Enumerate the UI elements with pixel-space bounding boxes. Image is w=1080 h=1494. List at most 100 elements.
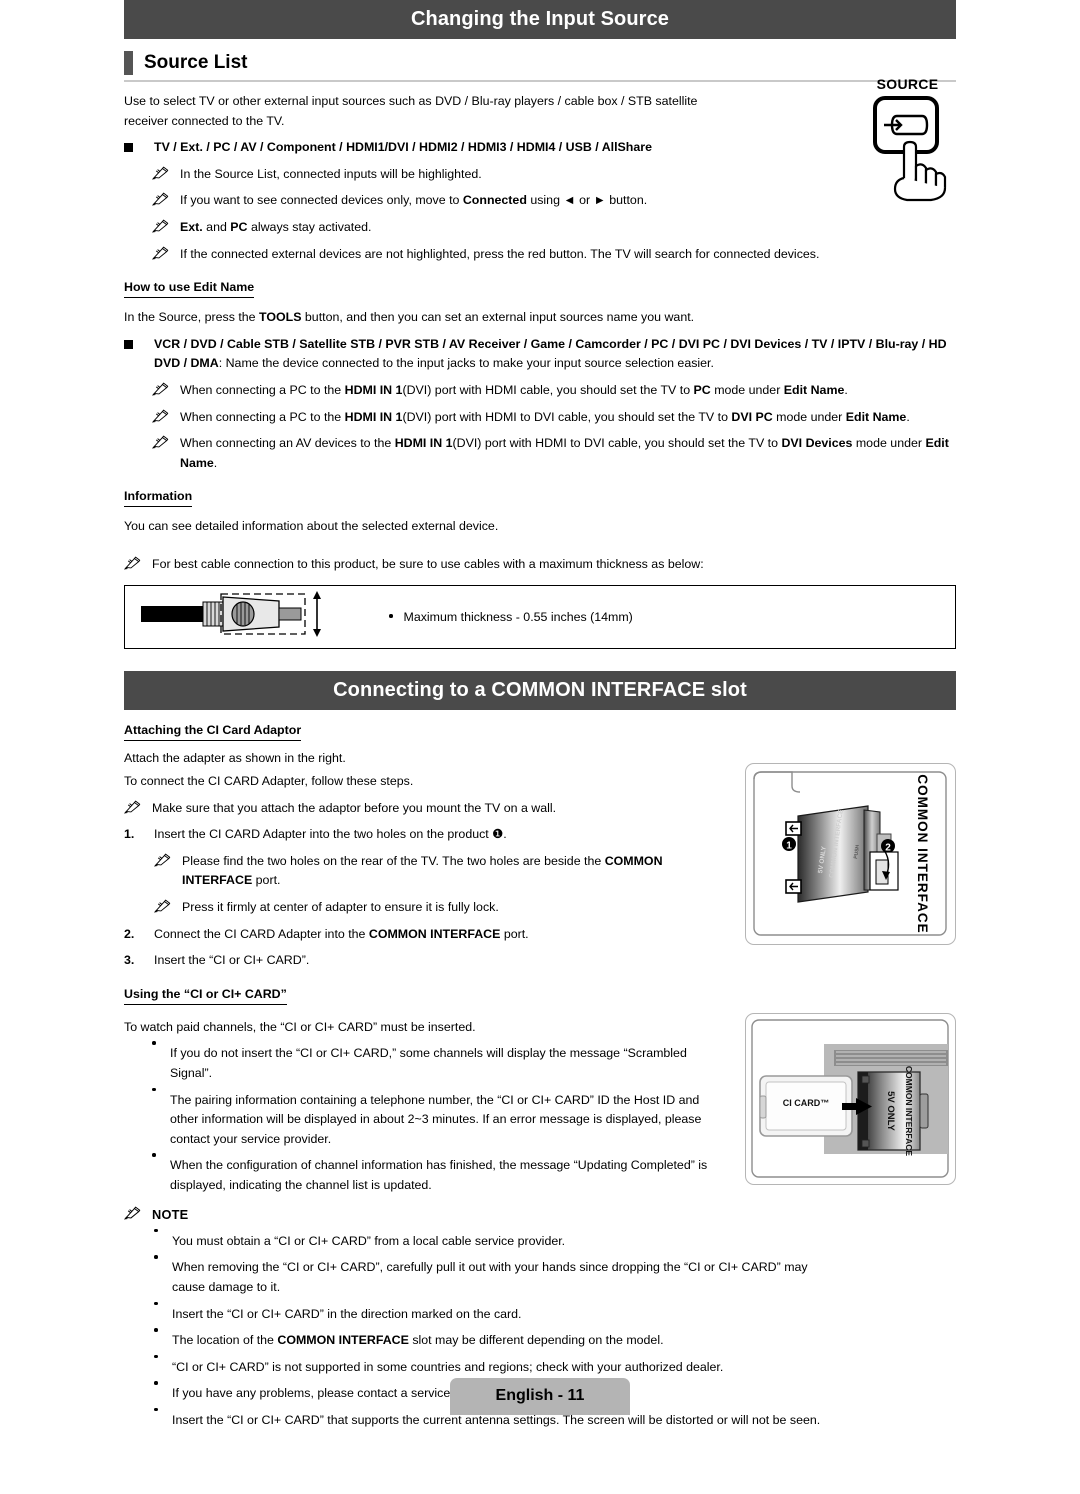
pencil-icon — [124, 1205, 152, 1225]
bullet-item: “CI or CI+ CARD” is not supported in som… — [154, 1354, 956, 1378]
numbered-step: 2. Connect the CI CARD Adapter into the … — [124, 925, 724, 945]
page-number-badge: English - 11 — [449, 1378, 631, 1415]
square-bullet-icon — [124, 335, 154, 374]
ci-card-insert-figure: COMMON INTERFACE 5V ONLY CI CARD™ — [745, 1013, 956, 1185]
source-button-figure: SOURCE — [859, 76, 956, 220]
dot-bullet-icon — [154, 1301, 172, 1325]
note-text: If the connected external devices are no… — [180, 246, 820, 261]
bullet-text: You must obtain a “CI or CI+ CARD” from … — [172, 1233, 566, 1248]
cable-note-text: For best cable connection to this produc… — [152, 556, 704, 571]
note-text: Press it firmly at center of adapter to … — [182, 900, 499, 915]
note-item: When connecting a PC to the HDMI IN 1(DV… — [152, 381, 956, 401]
section2-body: Attaching the CI Card Adaptor Attach the… — [124, 710, 724, 1196]
numbered-step: 3. Insert the “CI or CI+ CARD”. — [124, 951, 724, 971]
step-number: 3. — [124, 953, 135, 968]
bullet-item: The pairing information containing a tel… — [152, 1087, 724, 1150]
ci-card-adaptor-figure: COMMON INTERFACE COMMON INTERFACE 5V ONL — [745, 763, 956, 945]
note-item: Make sure that you attach the adaptor be… — [124, 799, 724, 819]
edit-name-block: How to use Edit Name In the Source, pres… — [124, 264, 956, 473]
pencil-icon — [152, 434, 180, 473]
dot-bullet-icon — [154, 1328, 172, 1351]
note-text: Make sure that you attach the adaptor be… — [152, 800, 557, 815]
subhead-tab-marker — [124, 51, 133, 75]
dot-bullet-icon — [152, 1041, 170, 1083]
subhead-source-list: Source List — [124, 51, 956, 82]
dot-bullet-icon — [154, 1255, 172, 1297]
bullet-item: If you do not insert the “CI or CI+ CARD… — [152, 1041, 724, 1083]
bullet-item: When the configuration of channel inform… — [152, 1153, 724, 1195]
svg-text:COMMON INTERFACE: COMMON INTERFACE — [915, 774, 930, 933]
numbered-step: 1. Insert the CI CARD Adapter into the t… — [124, 825, 724, 845]
attaching-line-1: Attach the adapter as shown in the right… — [124, 750, 346, 765]
pencil-icon — [152, 381, 180, 401]
source-list-intro: Use to select TV or other external input… — [124, 94, 698, 128]
step-text: Insert the CI CARD Adapter into the two … — [154, 827, 507, 842]
note-item: When connecting an AV devices to the HDM… — [152, 434, 956, 473]
bullet-text: The location of the COMMON INTERFACE slo… — [172, 1333, 664, 1348]
bullet-text: The pairing information containing a tel… — [170, 1092, 702, 1146]
note-text: When connecting a PC to the HDMI IN 1(DV… — [180, 382, 848, 397]
page-footer: English - 11 — [124, 1378, 956, 1415]
note-text: Please find the two holes on the rear of… — [182, 853, 663, 888]
bullet-item: The location of the COMMON INTERFACE slo… — [154, 1328, 956, 1351]
source-inputs-label: TV / Ext. / PC / AV / Component / HDMI1/… — [154, 140, 652, 155]
note-heading-row: NOTE — [124, 1205, 956, 1225]
step-text: Connect the CI CARD Adapter into the COM… — [154, 926, 529, 941]
note-text: In the Source List, connected inputs wil… — [180, 166, 482, 181]
note-item: If you want to see connected devices onl… — [152, 191, 724, 211]
subhead-label: Source List — [144, 51, 248, 73]
note-text: When connecting a PC to the HDMI IN 1(DV… — [180, 409, 910, 424]
dot-bullet-icon — [152, 1153, 170, 1195]
dot-bullet-icon — [152, 1087, 170, 1150]
note-item: In the Source List, connected inputs wil… — [152, 165, 724, 185]
note-text: If you want to see connected devices onl… — [180, 193, 648, 208]
bullet-item: Insert the “CI or CI+ CARD” in the direc… — [154, 1301, 956, 1325]
source-button-art — [873, 96, 947, 202]
ci-card-label: CI CARD™ — [783, 1098, 830, 1108]
step-number: 2. — [124, 926, 135, 941]
edit-name-heading: How to use Edit Name — [124, 280, 255, 299]
cable-note-row: For best cable connection to this produc… — [124, 555, 956, 575]
edit-name-intro: In the Source, press the TOOLS button, a… — [124, 310, 695, 325]
list-item-source-inputs: TV / Ext. / PC / AV / Component / HDMI1/… — [124, 138, 724, 158]
bullet-text: When the configuration of channel inform… — [170, 1158, 708, 1192]
attaching-line-2: To connect the CI CARD Adapter, follow t… — [124, 774, 414, 789]
information-block: Information You can see detailed informa… — [124, 473, 956, 537]
document-page: Changing the Input Source Source List Us… — [124, 0, 956, 1494]
section1-body: Use to select TV or other external input… — [124, 92, 819, 265]
device-types-text: VCR / DVD / Cable STB / Satellite STB / … — [154, 336, 947, 371]
list-item-device-types: VCR / DVD / Cable STB / Satellite STB / … — [124, 335, 956, 374]
section-banner-common-interface: Connecting to a COMMON INTERFACE slot — [124, 670, 956, 710]
note-text: Ext. and PC always stay activated. — [180, 219, 372, 234]
svg-text:1: 1 — [786, 841, 792, 852]
note-heading: NOTE — [152, 1206, 189, 1222]
step-text: Insert the “CI or CI+ CARD”. — [154, 953, 310, 968]
bullet-text: Insert the “CI or CI+ CARD” in the direc… — [172, 1306, 522, 1321]
bullet-item: When removing the “CI or CI+ CARD”, care… — [154, 1255, 814, 1297]
pencil-icon — [124, 799, 152, 819]
pencil-icon — [124, 555, 152, 575]
bullet-text: If you do not insert the “CI or CI+ CARD… — [170, 1046, 687, 1081]
section-banner-changing-input-source: Changing the Input Source — [124, 0, 956, 39]
pencil-icon — [152, 191, 180, 211]
information-text: You can see detailed information about t… — [124, 519, 499, 534]
pencil-icon — [152, 165, 180, 185]
note-item: Ext. and PC always stay activated. — [152, 218, 724, 238]
cable-thickness-figure: Maximum thickness - 0.55 inches (14mm) — [124, 584, 956, 649]
note-item: When connecting a PC to the HDMI IN 1(DV… — [152, 408, 956, 428]
bullet-text: “CI or CI+ CARD” is not supported in som… — [172, 1359, 724, 1374]
cable-thickness-note: Maximum thickness - 0.55 inches (14mm) — [389, 610, 633, 624]
pencil-icon — [152, 408, 180, 428]
pencil-icon — [152, 245, 180, 265]
bullet-text: When removing the “CI or CI+ CARD”, care… — [172, 1260, 808, 1294]
bullet-item: You must obtain a “CI or CI+ CARD” from … — [154, 1228, 956, 1252]
source-button-label: SOURCE — [876, 76, 939, 92]
note-item: Press it firmly at center of adapter to … — [154, 898, 724, 918]
hdmi-cable-icon — [125, 588, 389, 645]
dot-bullet-icon — [154, 1228, 172, 1252]
pencil-icon — [152, 218, 180, 238]
information-heading: Information — [124, 489, 193, 508]
dot-bullet-icon — [154, 1354, 172, 1378]
svg-text:5V ONLY: 5V ONLY — [885, 1091, 896, 1131]
pencil-icon — [154, 898, 182, 918]
